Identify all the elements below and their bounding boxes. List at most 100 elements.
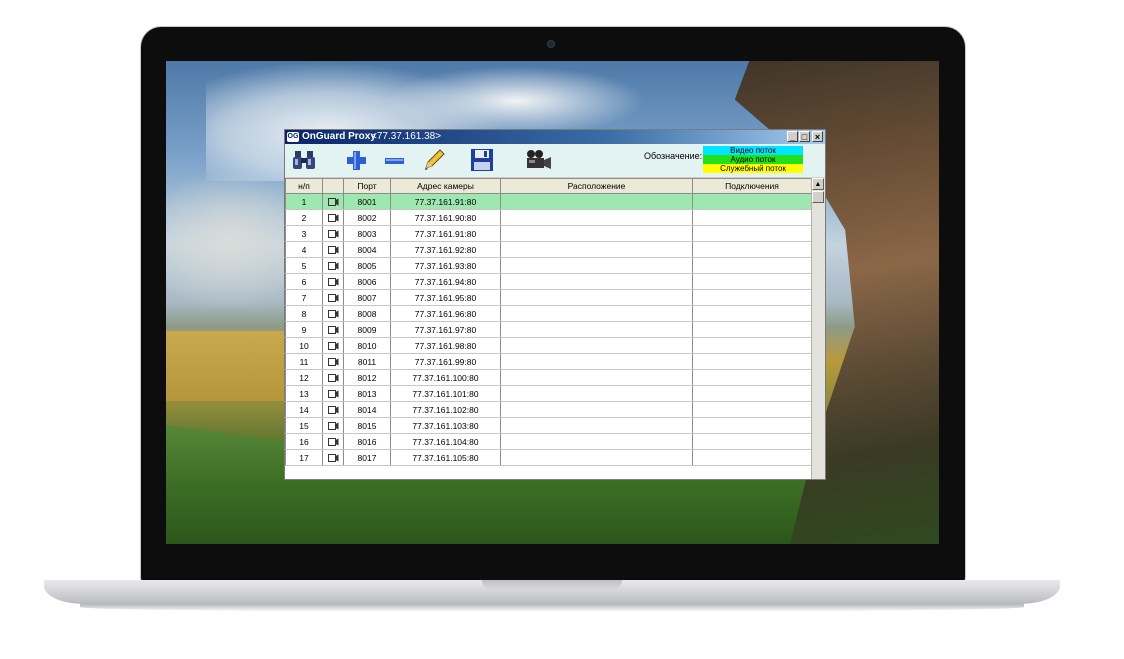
row-camera-icon[interactable] (322, 257, 344, 274)
row-camera-icon[interactable] (322, 289, 344, 306)
row-camera-address[interactable]: 77.37.161.93:80 (390, 257, 501, 274)
row-port[interactable]: 8012 (343, 369, 391, 386)
table-row[interactable]: 9 8009 77.37.161.97:80 (285, 321, 812, 338)
row-number[interactable]: 3 (285, 225, 323, 242)
row-camera-address[interactable]: 77.37.161.90:80 (390, 209, 501, 226)
row-camera-icon[interactable] (322, 241, 344, 258)
table-row[interactable]: 16 8016 77.37.161.104:80 (285, 433, 812, 450)
row-camera-address[interactable]: 77.37.161.101:80 (390, 385, 501, 402)
row-camera-address[interactable]: 77.37.161.103:80 (390, 417, 501, 434)
column-header-port[interactable]: Порт (343, 178, 391, 194)
row-connections[interactable] (692, 449, 812, 466)
row-camera-address[interactable]: 77.37.161.97:80 (390, 321, 501, 338)
row-location[interactable] (500, 369, 693, 386)
row-camera-icon[interactable] (322, 337, 344, 354)
row-connections[interactable] (692, 305, 812, 322)
row-location[interactable] (500, 385, 693, 402)
row-camera-icon[interactable] (322, 433, 344, 450)
row-connections[interactable] (692, 337, 812, 354)
row-location[interactable] (500, 193, 693, 210)
row-camera-icon[interactable] (322, 385, 344, 402)
row-camera-icon[interactable] (322, 193, 344, 210)
row-camera-icon[interactable] (322, 209, 344, 226)
row-number[interactable]: 13 (285, 385, 323, 402)
row-connections[interactable] (692, 417, 812, 434)
row-location[interactable] (500, 225, 693, 242)
row-connections[interactable] (692, 401, 812, 418)
title-bar[interactable]: OG OnGuard Proxy <77.37.161.38> _ □ × (285, 130, 825, 144)
table-row[interactable]: 5 8005 77.37.161.93:80 (285, 257, 812, 274)
column-header-camera-address[interactable]: Адрес камеры (390, 178, 501, 194)
row-number[interactable]: 15 (285, 417, 323, 434)
table-row[interactable]: 11 8011 77.37.161.99:80 (285, 353, 812, 370)
row-camera-icon[interactable] (322, 353, 344, 370)
row-location[interactable] (500, 209, 693, 226)
row-connections[interactable] (692, 193, 812, 210)
row-camera-address[interactable]: 77.37.161.102:80 (390, 401, 501, 418)
row-connections[interactable] (692, 369, 812, 386)
row-camera-icon[interactable] (322, 305, 344, 322)
row-connections[interactable] (692, 289, 812, 306)
row-number[interactable]: 10 (285, 337, 323, 354)
row-port[interactable]: 8010 (343, 337, 391, 354)
pencil-icon[interactable] (421, 148, 447, 172)
row-camera-address[interactable]: 77.37.161.104:80 (390, 433, 501, 450)
table-row[interactable]: 7 8007 77.37.161.95:80 (285, 289, 812, 306)
row-camera-icon[interactable] (322, 449, 344, 466)
table-row[interactable]: 8 8008 77.37.161.96:80 (285, 305, 812, 322)
row-location[interactable] (500, 241, 693, 258)
binoculars-icon[interactable] (291, 148, 317, 172)
row-number[interactable]: 17 (285, 449, 323, 466)
row-connections[interactable] (692, 257, 812, 274)
close-button[interactable]: × (812, 131, 823, 142)
row-connections[interactable] (692, 273, 812, 290)
row-camera-address[interactable]: 77.37.161.105:80 (390, 449, 501, 466)
row-connections[interactable] (692, 209, 812, 226)
plus-icon[interactable] (343, 148, 369, 172)
table-row[interactable]: 13 8013 77.37.161.101:80 (285, 385, 812, 402)
row-number[interactable]: 12 (285, 369, 323, 386)
scroll-up-arrow-icon[interactable]: ▲ (812, 178, 824, 190)
row-port[interactable]: 8003 (343, 225, 391, 242)
row-connections[interactable] (692, 241, 812, 258)
row-connections[interactable] (692, 353, 812, 370)
row-number[interactable]: 11 (285, 353, 323, 370)
row-location[interactable] (500, 305, 693, 322)
table-row[interactable]: 14 8014 77.37.161.102:80 (285, 401, 812, 418)
table-row[interactable]: 2 8002 77.37.161.90:80 (285, 209, 812, 226)
maximize-button[interactable]: □ (799, 131, 810, 142)
row-camera-address[interactable]: 77.37.161.99:80 (390, 353, 501, 370)
row-number[interactable]: 9 (285, 321, 323, 338)
column-header-number[interactable]: н/п (285, 178, 323, 194)
row-number[interactable]: 2 (285, 209, 323, 226)
row-number[interactable]: 4 (285, 241, 323, 258)
table-row[interactable]: 17 8017 77.37.161.105:80 (285, 449, 812, 466)
row-port[interactable]: 8004 (343, 241, 391, 258)
row-port[interactable]: 8015 (343, 417, 391, 434)
row-port[interactable]: 8008 (343, 305, 391, 322)
row-port[interactable]: 8006 (343, 273, 391, 290)
row-port[interactable]: 8005 (343, 257, 391, 274)
row-camera-icon[interactable] (322, 321, 344, 338)
row-location[interactable] (500, 337, 693, 354)
row-camera-icon[interactable] (322, 273, 344, 290)
row-port[interactable]: 8002 (343, 209, 391, 226)
column-header-connections[interactable]: Подключения (692, 178, 812, 194)
scrollbar-thumb[interactable] (812, 191, 824, 203)
row-location[interactable] (500, 417, 693, 434)
table-row[interactable]: 6 8006 77.37.161.94:80 (285, 273, 812, 290)
row-number[interactable]: 1 (285, 193, 323, 210)
row-port[interactable]: 8017 (343, 449, 391, 466)
row-camera-icon[interactable] (322, 225, 344, 242)
row-location[interactable] (500, 289, 693, 306)
row-connections[interactable] (692, 385, 812, 402)
row-port[interactable]: 8001 (343, 193, 391, 210)
row-camera-icon[interactable] (322, 369, 344, 386)
row-connections[interactable] (692, 225, 812, 242)
row-location[interactable] (500, 401, 693, 418)
column-header-location[interactable]: Расположение (500, 178, 693, 194)
row-location[interactable] (500, 433, 693, 450)
table-row[interactable]: 12 8012 77.37.161.100:80 (285, 369, 812, 386)
row-number[interactable]: 7 (285, 289, 323, 306)
row-location[interactable] (500, 353, 693, 370)
